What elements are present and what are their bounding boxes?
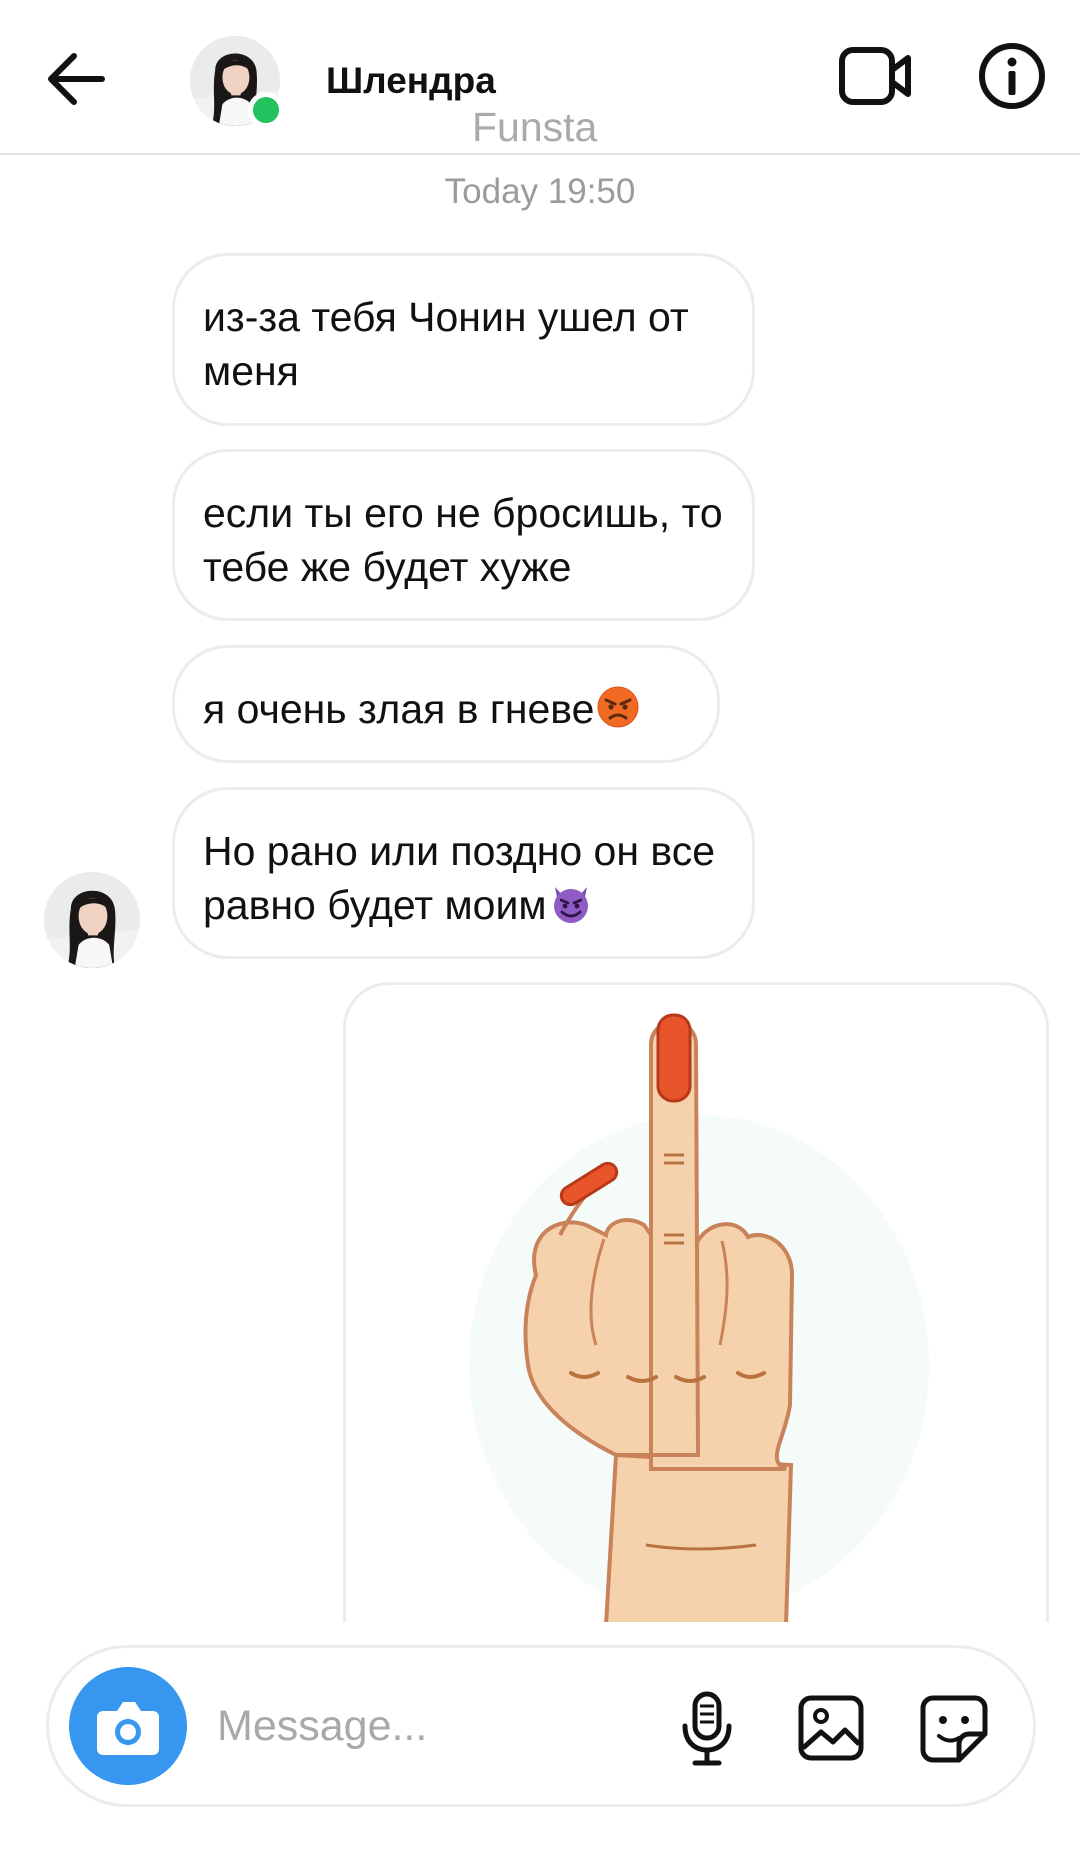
microphone-icon bbox=[682, 1691, 732, 1766]
received-message[interactable]: если ты его не бросишь, то тебе же будет… bbox=[172, 449, 755, 621]
smiling-devil-emoji bbox=[553, 887, 588, 923]
info-icon bbox=[979, 43, 1045, 109]
online-status-dot bbox=[248, 92, 284, 128]
received-message[interactable]: Но рано или поздно он все равно будет мо… bbox=[172, 787, 755, 959]
middle-finger-hand-image bbox=[469, 1013, 929, 1622]
message-composer bbox=[46, 1645, 1036, 1807]
gallery-icon bbox=[798, 1695, 864, 1761]
message-input[interactable] bbox=[217, 1688, 677, 1764]
contact-subtitle: Funsta bbox=[472, 104, 598, 150]
sent-image-message[interactable] bbox=[343, 982, 1049, 1622]
message-text: Но рано или поздно он все равно будет мо… bbox=[203, 828, 716, 928]
microphone-button[interactable] bbox=[677, 1690, 737, 1768]
contact-name[interactable]: Шлендра bbox=[326, 60, 496, 102]
message-text: если ты его не бросишь, то тебе же будет… bbox=[203, 490, 723, 590]
sender-avatar[interactable] bbox=[44, 872, 140, 968]
arrow-left-icon bbox=[48, 53, 105, 105]
received-message[interactable]: я очень злая в гневе bbox=[172, 645, 720, 763]
camera-icon bbox=[97, 1702, 159, 1755]
message-text: я очень злая в гневе bbox=[203, 686, 595, 732]
sticker-button[interactable] bbox=[919, 1694, 989, 1764]
contact-avatar[interactable] bbox=[190, 36, 284, 128]
angry-face-emoji bbox=[597, 686, 639, 728]
chat-header: Шлендра Funsta bbox=[0, 0, 1080, 155]
video-call-button[interactable] bbox=[838, 44, 914, 108]
back-button[interactable] bbox=[44, 50, 108, 108]
camera-button[interactable] bbox=[69, 1667, 187, 1785]
sticker-icon bbox=[920, 1695, 988, 1763]
video-camera-icon bbox=[839, 47, 911, 105]
thread-timestamp: Today 19:50 bbox=[444, 172, 636, 211]
received-message[interactable]: из-за тебя Чонин ушел от меня bbox=[172, 253, 755, 426]
message-text: из-за тебя Чонин ушел от меня bbox=[203, 294, 689, 394]
gallery-button[interactable] bbox=[797, 1694, 865, 1762]
info-button[interactable] bbox=[978, 42, 1046, 110]
